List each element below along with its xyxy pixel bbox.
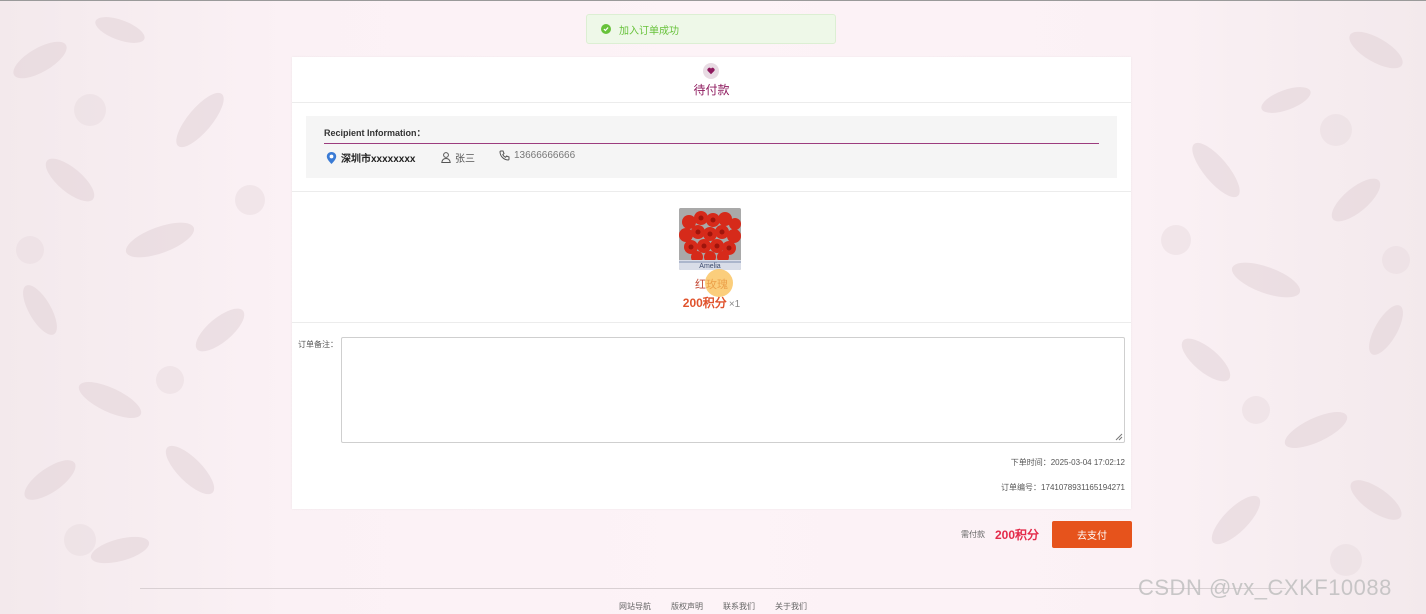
footer-nav: 网站导航 版权声明 联系我们 关于我们 [0,601,1426,612]
product-price: 200积分 [682,296,727,310]
check-circle-icon [601,24,611,34]
toast-message: 加入订单成功 [619,25,679,37]
success-toast: 加入订单成功 [586,14,836,44]
address-text: 深圳市xxxxxxxx [341,154,416,165]
name-text: 张三 [455,154,475,165]
heart-icon [703,63,719,79]
floral-background-right [1161,31,1410,576]
location-pin-icon [326,151,337,164]
resize-handle-icon[interactable] [1115,433,1123,441]
product-quantity: ×1 [728,299,741,310]
user-icon [441,152,451,163]
section-divider [292,191,1131,192]
recipient-phone: 13666666666 [499,150,575,161]
recipient-divider [324,143,1099,144]
recipient-title: Recipient Information： [324,128,426,138]
section-divider [292,322,1131,323]
footer-link-site-nav[interactable]: 网站导航 [619,601,651,612]
order-number: 订单编号：1741078931165194271 [1001,483,1125,492]
pay-button[interactable]: 去支付 [1052,521,1132,548]
order-card: 待付款 Recipient Information： 深圳市xxxxxxxx 张… [292,57,1131,509]
footer-link-copyright[interactable]: 版权声明 [671,601,703,612]
recipient-name: 张三 [441,150,475,165]
floral-background-left [13,17,265,564]
order-time: 下单时间：2025-03-04 17:02:12 [1010,458,1125,467]
footer-divider [140,588,1286,589]
payment-amount: 200积分 [995,528,1040,542]
order-note-label: 订单备注： [298,340,338,349]
order-status: 待付款 [693,83,730,97]
cursor-highlight [705,269,733,297]
footer-link-contact[interactable]: 联系我们 [723,601,755,612]
payment-label: 需付款 [961,530,985,539]
phone-icon [499,150,510,161]
product-image[interactable]: Amelia [679,208,741,270]
footer-link-about[interactable]: 关于我们 [775,601,807,612]
phone-text: 13666666666 [514,150,576,161]
recipient-address: 深圳市xxxxxxxx [326,150,416,165]
order-note-textarea[interactable] [341,337,1125,443]
recipient-info: Recipient Information： 深圳市xxxxxxxx 张三 13… [306,116,1117,178]
product-price-row: 200积分 ×1 [292,294,1131,311]
order-status-header: 待付款 [292,57,1131,103]
watermark: CSDN @vx_CXKF10088 [1138,575,1392,600]
